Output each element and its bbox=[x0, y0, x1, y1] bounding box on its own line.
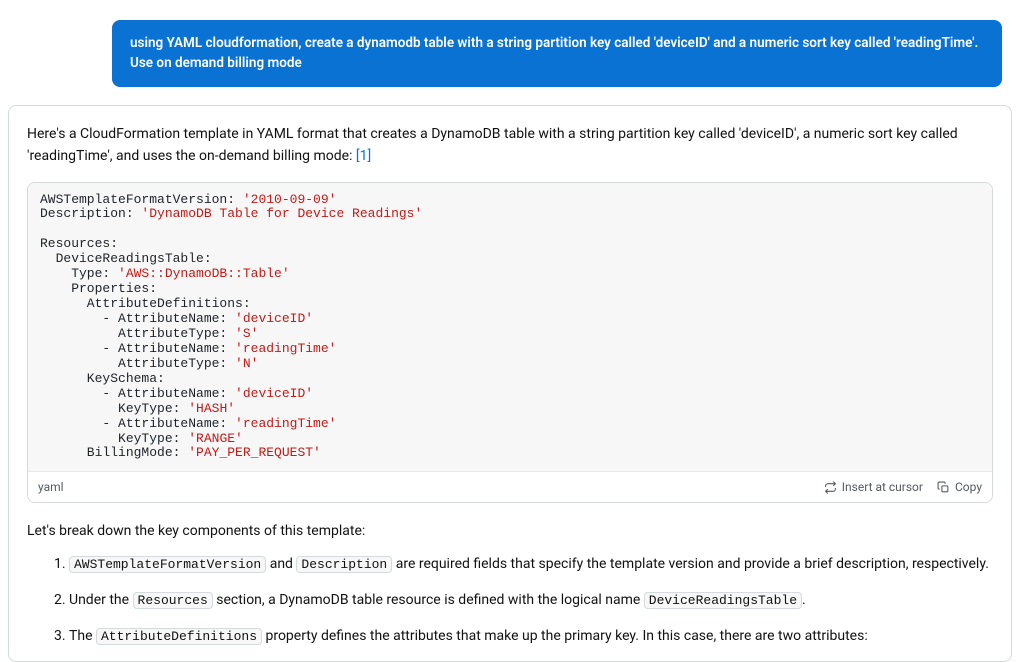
code-value: '2010-09-09' bbox=[243, 192, 337, 207]
code-line: - AttributeName: bbox=[40, 416, 235, 431]
code-value: 'DynamoDB Table for Device Readings' bbox=[141, 206, 422, 221]
user-message-bubble: using YAML cloudformation, create a dyna… bbox=[112, 20, 1002, 87]
code-value: 'AWS::DynamoDB::Table' bbox=[118, 266, 290, 281]
code-value: 'RANGE' bbox=[188, 431, 243, 446]
code-line: KeyType: bbox=[40, 431, 188, 446]
code-line: - AttributeName: bbox=[40, 311, 235, 326]
code-line: AttributeType: bbox=[40, 356, 235, 371]
copy-label: Copy bbox=[955, 478, 982, 496]
code-line: Properties: bbox=[40, 281, 157, 296]
list-item: The AttributeDefinitions property define… bbox=[69, 626, 993, 648]
insert-at-cursor-button[interactable]: Insert at cursor bbox=[824, 478, 923, 496]
citation-link[interactable]: [1] bbox=[356, 148, 371, 164]
code-line: KeySchema: bbox=[40, 371, 165, 386]
response-intro-span: Here's a CloudFormation template in YAML… bbox=[27, 126, 958, 164]
code-line: Type: bbox=[40, 266, 118, 281]
code-value: 'PAY_PER_REQUEST' bbox=[188, 445, 321, 460]
response-intro-text: Here's a CloudFormation template in YAML… bbox=[27, 124, 993, 167]
code-block-container: AWSTemplateFormatVersion: '2010-09-09' D… bbox=[27, 182, 993, 504]
code-value: 'N' bbox=[235, 356, 258, 371]
breakdown-list: AWSTemplateFormatVersion and Description… bbox=[69, 554, 993, 647]
code-line: KeyType: bbox=[40, 401, 188, 416]
code-line: - AttributeName: bbox=[40, 386, 235, 401]
code-value: 'readingTime' bbox=[235, 341, 336, 356]
code-line: Resources: bbox=[40, 236, 118, 251]
code-value: 'deviceID' bbox=[235, 311, 313, 326]
code-block-footer: yaml Insert at cursor Copy bbox=[28, 471, 992, 502]
assistant-response-card: Here's a CloudFormation template in YAML… bbox=[8, 105, 1012, 662]
code-block: AWSTemplateFormatVersion: '2010-09-09' D… bbox=[28, 183, 992, 472]
copy-icon bbox=[937, 481, 950, 494]
list-text: The bbox=[69, 628, 96, 644]
copy-button[interactable]: Copy bbox=[937, 478, 982, 496]
code-line: AttributeDefinitions: bbox=[40, 296, 251, 311]
list-text: property defines the attributes that mak… bbox=[262, 628, 868, 644]
insert-at-cursor-label: Insert at cursor bbox=[842, 478, 923, 496]
code-line: - AttributeName: bbox=[40, 341, 235, 356]
code-value: 'HASH' bbox=[188, 401, 235, 416]
list-text: and bbox=[266, 556, 296, 572]
list-text: . bbox=[802, 592, 806, 608]
code-value: 'readingTime' bbox=[235, 416, 336, 431]
code-value: 'S' bbox=[235, 326, 258, 341]
code-line: DeviceReadingsTable: bbox=[40, 251, 212, 266]
code-value: 'deviceID' bbox=[235, 386, 313, 401]
insert-icon bbox=[824, 481, 837, 494]
code-line: AttributeType: bbox=[40, 326, 235, 341]
code-line: Description: bbox=[40, 206, 141, 221]
code-lang-label: yaml bbox=[38, 478, 64, 496]
inline-code: Resources bbox=[133, 592, 213, 609]
inline-code: AttributeDefinitions bbox=[96, 628, 262, 645]
code-line: BillingMode: bbox=[40, 445, 188, 460]
inline-code: AWSTemplateFormatVersion bbox=[69, 556, 266, 573]
list-item: AWSTemplateFormatVersion and Description… bbox=[69, 554, 993, 576]
list-text: Under the bbox=[69, 592, 133, 608]
list-text: are required fields that specify the tem… bbox=[392, 556, 989, 572]
inline-code: Description bbox=[296, 556, 392, 573]
list-item: Under the Resources section, a DynamoDB … bbox=[69, 590, 993, 612]
code-line: AWSTemplateFormatVersion: bbox=[40, 192, 243, 207]
inline-code: DeviceReadingsTable bbox=[644, 592, 802, 609]
list-text: section, a DynamoDB table resource is de… bbox=[213, 592, 644, 608]
breakdown-intro: Let's break down the key components of t… bbox=[27, 521, 993, 542]
